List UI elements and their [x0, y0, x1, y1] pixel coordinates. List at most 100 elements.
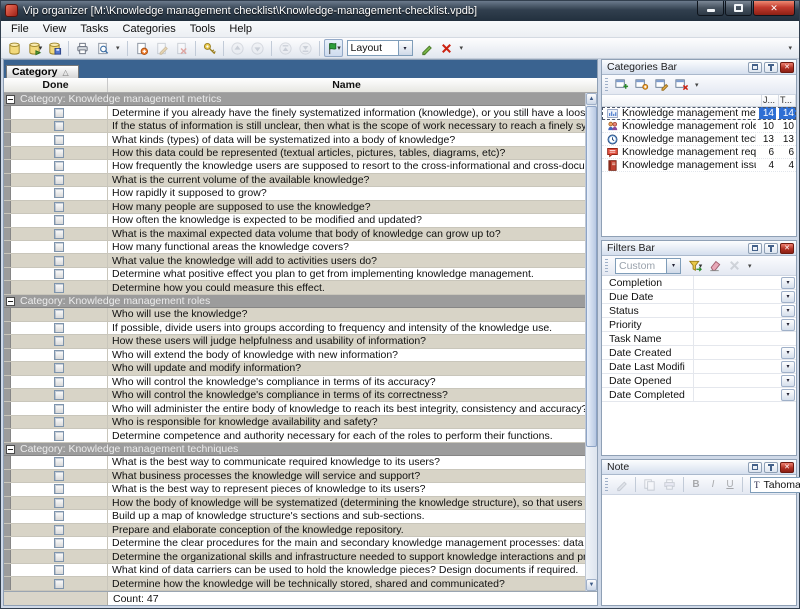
note-restore-button[interactable] [748, 462, 762, 473]
task-checkbox[interactable] [54, 135, 64, 145]
task-row[interactable]: Who is responsible for knowledge availab… [4, 416, 585, 429]
task-checkbox[interactable] [54, 565, 64, 575]
task-row[interactable]: What is the maximal expected data volume… [4, 228, 585, 241]
task-row[interactable]: How many people are supposed to use the … [4, 201, 585, 214]
filter-dropdown-icon[interactable]: ▾ [781, 305, 795, 317]
menu-tasks[interactable]: Tasks [73, 22, 115, 36]
new-category-button[interactable] [612, 76, 631, 94]
move-down-button[interactable] [248, 39, 267, 57]
categories-pin-button[interactable] [764, 62, 778, 73]
task-checkbox[interactable] [54, 484, 64, 494]
task-row[interactable]: What kind of data carriers can be used t… [4, 564, 585, 577]
task-checkbox[interactable] [54, 350, 64, 360]
delete-layout-button[interactable] [437, 39, 456, 57]
task-row[interactable]: Who will extend the body of knowledge wi… [4, 349, 585, 362]
underline-button[interactable]: U [722, 476, 738, 494]
task-checkbox[interactable] [54, 377, 64, 387]
task-row[interactable]: How frequently the knowledge users are s… [4, 160, 585, 173]
collapse-icon[interactable] [6, 297, 15, 306]
filter-dropdown-icon[interactable]: ▾ [781, 347, 795, 359]
edit-category-button[interactable] [652, 76, 671, 94]
task-checkbox[interactable] [54, 579, 64, 589]
task-row[interactable]: Who will control the knowledge's complia… [4, 389, 585, 402]
collapse-icon[interactable] [6, 445, 15, 454]
task-checkbox[interactable] [54, 148, 64, 158]
task-row[interactable]: How these users will judge helpfulness a… [4, 335, 585, 348]
category-group-row[interactable]: Category: Knowledge management technique… [4, 443, 585, 456]
filter-dropdown-icon[interactable]: ▾ [781, 389, 795, 401]
save-database-button[interactable] [45, 39, 64, 57]
clear-filter-button[interactable] [705, 257, 724, 275]
task-checkbox[interactable] [54, 538, 64, 548]
filter-value[interactable] [694, 304, 781, 317]
task-checkbox[interactable] [54, 121, 64, 131]
task-row[interactable]: Who will control the knowledge's complia… [4, 376, 585, 389]
print-group-overflow[interactable]: ▾ [116, 44, 120, 52]
scrollbar-thumb[interactable] [586, 106, 597, 447]
print-note-button[interactable] [660, 476, 679, 494]
filter-value[interactable] [694, 332, 796, 345]
filter-value[interactable] [694, 318, 781, 331]
new-subcategory-button[interactable] [632, 76, 651, 94]
delete-filter-button[interactable] [725, 257, 744, 275]
task-checkbox[interactable] [54, 269, 64, 279]
task-row[interactable]: Determine how the knowledge will be tech… [4, 577, 585, 590]
task-checkbox[interactable] [54, 431, 64, 441]
categories-total-column[interactable]: T... [779, 95, 796, 106]
task-checkbox[interactable] [54, 525, 64, 535]
font-combo[interactable]: TTahoma▾ [750, 477, 800, 493]
task-checkbox[interactable] [54, 498, 64, 508]
task-row[interactable]: Who will administer the entire body of k… [4, 402, 585, 415]
open-database-button-dropdown-icon[interactable]: ▾ [39, 44, 43, 52]
category-item[interactable]: Knowledge management issues to protect a… [602, 159, 796, 172]
filter-preset-combo[interactable]: Custom▾ [615, 258, 681, 274]
edit-task-button[interactable] [152, 39, 171, 57]
edit-note-button[interactable] [612, 476, 631, 494]
menu-tools[interactable]: Tools [183, 22, 223, 36]
task-checkbox[interactable] [54, 215, 64, 225]
task-row[interactable]: How rapidly it supposed to grow? [4, 187, 585, 200]
category-item[interactable]: Knowledge management roles1010 [602, 120, 796, 133]
task-row[interactable]: What kinds (types) of data will be syste… [4, 133, 585, 146]
filter-dropdown-icon[interactable]: ▾ [781, 319, 795, 331]
task-row[interactable]: Determine what positive effect you plan … [4, 268, 585, 281]
task-row[interactable]: What is the best way to communicate requ… [4, 456, 585, 469]
task-row[interactable]: Prepare and elaborate conception of the … [4, 524, 585, 537]
layout-combo-dropdown-icon[interactable]: ▾ [398, 41, 412, 55]
task-row[interactable]: If the status of information is still un… [4, 120, 585, 133]
print-button[interactable] [73, 39, 92, 57]
apply-filter-button[interactable]: ▾ [685, 257, 704, 275]
task-checkbox[interactable] [54, 309, 64, 319]
layout-combo[interactable]: Layout▾ [347, 40, 413, 56]
collapse-icon[interactable] [6, 95, 15, 104]
task-checkbox[interactable] [54, 323, 64, 333]
print-preview-button[interactable] [93, 39, 112, 57]
filter-dropdown-icon[interactable]: ▾ [781, 277, 795, 289]
view-mode-button-dropdown-icon[interactable]: ▾ [337, 44, 341, 52]
complete-task-button[interactable] [200, 39, 219, 57]
task-checkbox[interactable] [54, 511, 64, 521]
categories-toolbar-overflow[interactable]: ▾ [695, 81, 699, 89]
categories-close-button[interactable]: ✕ [780, 62, 794, 73]
copy-note-button[interactable] [640, 476, 659, 494]
close-button[interactable]: ✕ [753, 1, 795, 16]
note-header[interactable]: Note ✕ [602, 460, 796, 475]
scroll-down-icon[interactable]: ▼ [586, 579, 597, 591]
toolbar-grip[interactable] [605, 478, 608, 492]
task-checkbox[interactable] [54, 417, 64, 427]
task-row[interactable]: What is the current volume of the availa… [4, 174, 585, 187]
menu-file[interactable]: File [4, 22, 36, 36]
vertical-scrollbar[interactable]: ▲ ▼ [585, 93, 597, 591]
task-checkbox[interactable] [54, 242, 64, 252]
move-top-button[interactable] [276, 39, 295, 57]
new-task-button[interactable] [132, 39, 151, 57]
task-checkbox[interactable] [54, 256, 64, 266]
task-row[interactable]: Determine competence and authority neces… [4, 429, 585, 442]
task-row[interactable]: Build up a map of knowledge structure's … [4, 510, 585, 523]
task-checkbox[interactable] [54, 202, 64, 212]
filter-preset-combo-dropdown-icon[interactable]: ▾ [666, 259, 680, 273]
toolbar-options-overflow[interactable]: ▾ [788, 44, 792, 52]
filters-restore-button[interactable] [748, 243, 762, 254]
task-row[interactable]: How the body of knowledge will be system… [4, 497, 585, 510]
bold-button[interactable]: B [688, 476, 704, 494]
